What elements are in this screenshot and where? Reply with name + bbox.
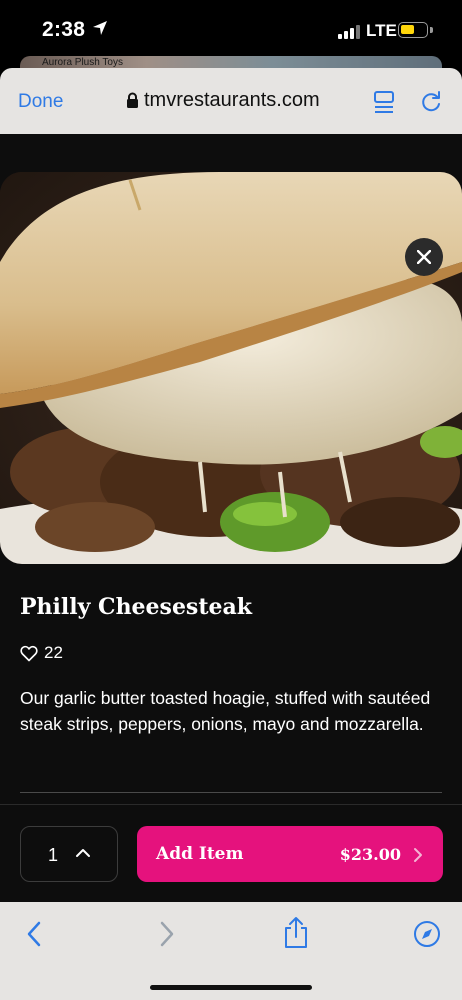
- page-content: Philly Cheesesteak 22 Our garlic butter …: [0, 134, 462, 902]
- compass-icon[interactable]: [413, 920, 441, 948]
- address-bar[interactable]: tmvrestaurants.com: [126, 89, 320, 112]
- chevron-right-icon: [414, 848, 422, 862]
- sandwich-image: [0, 172, 462, 564]
- add-item-button[interactable]: Add Item $23.00: [137, 826, 443, 882]
- item-description: Our garlic butter toasted hoagie, stuffe…: [20, 688, 431, 734]
- divider: [20, 792, 442, 793]
- back-icon[interactable]: [25, 919, 43, 949]
- like-count: 22: [44, 643, 63, 662]
- battery-icon: [398, 22, 428, 38]
- add-item-label: Add Item: [156, 844, 244, 864]
- battery-nub: [430, 27, 433, 33]
- lock-icon: [127, 92, 138, 108]
- quantity-value: 1: [48, 845, 59, 865]
- browser-header: Done tmvrestaurants.com: [0, 68, 462, 134]
- forward-icon[interactable]: [158, 919, 176, 949]
- location-arrow-icon: [93, 21, 107, 35]
- home-indicator: [150, 985, 312, 990]
- share-icon[interactable]: [283, 916, 309, 950]
- quantity-stepper[interactable]: 1: [20, 826, 118, 882]
- close-button[interactable]: [405, 238, 443, 276]
- heart-icon: [20, 645, 38, 661]
- cellular-signal-icon: [338, 25, 360, 39]
- reader-icon[interactable]: [373, 90, 395, 114]
- item-title: Philly Cheesesteak: [20, 594, 252, 620]
- status-time: 2:38: [42, 18, 86, 41]
- done-button[interactable]: Done: [18, 91, 63, 113]
- url-text: tmvrestaurants.com: [144, 89, 320, 111]
- browser-toolbar: [0, 902, 462, 1000]
- chevron-up-icon[interactable]: [75, 847, 91, 859]
- item-photo: [0, 172, 462, 564]
- background-tab-title: Aurora Plush Toys: [42, 57, 123, 68]
- page-separator: [0, 804, 462, 805]
- like-control[interactable]: 22: [20, 643, 63, 663]
- add-item-price: $23.00: [339, 845, 401, 864]
- close-icon: [417, 250, 431, 264]
- network-type: LTE: [366, 21, 397, 40]
- status-bar: 2:38 LTE: [0, 0, 462, 60]
- reload-icon[interactable]: [419, 90, 443, 114]
